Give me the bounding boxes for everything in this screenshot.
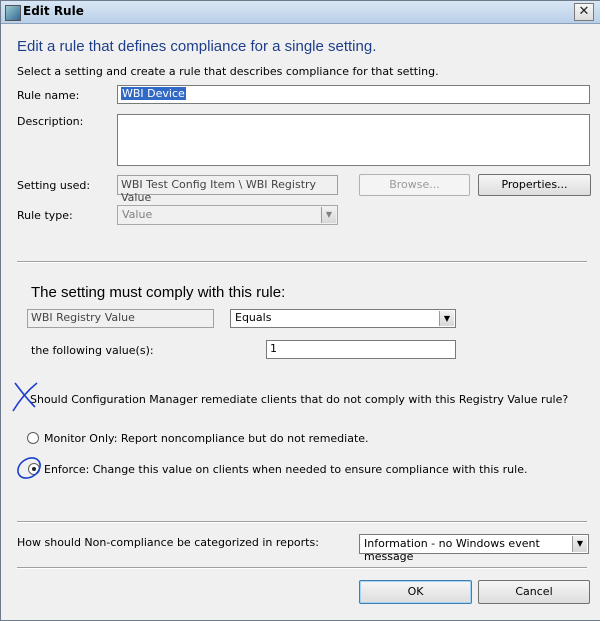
rule-name-label: Rule name: bbox=[17, 89, 80, 102]
description-label: Description: bbox=[17, 115, 84, 128]
divider bbox=[17, 521, 587, 523]
rule-setting-name: WBI Registry Value bbox=[31, 311, 135, 324]
divider bbox=[17, 567, 587, 569]
browse-button[interactable]: Browse... bbox=[359, 174, 470, 196]
description-input[interactable] bbox=[117, 114, 590, 166]
operator-dropdown[interactable]: Equals ▼ bbox=[230, 309, 456, 328]
annotation-circle-mark bbox=[17, 457, 41, 479]
rule-type-label: Rule type: bbox=[17, 209, 73, 222]
operator-value: Equals bbox=[235, 311, 272, 324]
divider bbox=[17, 261, 587, 263]
severity-value: Information - no Windows event message bbox=[364, 537, 540, 563]
rule-type-value: Value bbox=[122, 208, 153, 221]
page-heading: Edit a rule that defines compliance for … bbox=[17, 38, 377, 55]
ok-button[interactable]: OK bbox=[359, 580, 472, 604]
rule-type-dropdown[interactable]: Value ▼ bbox=[117, 205, 338, 225]
chevron-down-icon: ▼ bbox=[321, 207, 336, 223]
monitor-only-label[interactable]: Monitor Only: Report noncompliance but d… bbox=[44, 432, 369, 445]
rule-section-title: The setting must comply with this rule: bbox=[31, 284, 286, 301]
rule-value-input[interactable]: 1 bbox=[266, 340, 456, 359]
title-bar[interactable]: Edit Rule ✕ bbox=[1, 1, 600, 24]
remediate-question: Should Configuration Manager remediate c… bbox=[30, 393, 569, 406]
window-title: Edit Rule bbox=[23, 4, 84, 18]
edit-rule-dialog: Edit Rule ✕ Edit a rule that defines com… bbox=[0, 0, 601, 621]
rule-value: 1 bbox=[270, 342, 277, 355]
cancel-button[interactable]: Cancel bbox=[478, 580, 590, 604]
setting-used-field: WBI Test Config Item \ WBI Registry Valu… bbox=[117, 175, 338, 204]
close-icon: ✕ bbox=[578, 4, 590, 19]
rule-name-input[interactable]: WBI Device bbox=[117, 85, 590, 104]
monitor-only-radio[interactable] bbox=[27, 432, 39, 444]
chevron-down-icon: ▼ bbox=[439, 311, 454, 326]
properties-button[interactable]: Properties... bbox=[478, 174, 591, 196]
annotation-x-mark bbox=[12, 382, 38, 412]
chevron-down-icon: ▼ bbox=[572, 536, 587, 552]
enforce-label[interactable]: Enforce: Change this value on clients wh… bbox=[44, 463, 527, 476]
background-strip bbox=[600, 0, 605, 621]
app-icon bbox=[5, 5, 21, 21]
setting-used-value: WBI Test Config Item \ WBI Registry Valu… bbox=[121, 178, 317, 204]
page-subheading: Select a setting and create a rule that … bbox=[17, 65, 439, 78]
reports-label: How should Non-compliance be categorized… bbox=[17, 536, 319, 549]
close-button[interactable]: ✕ bbox=[574, 3, 594, 21]
rule-name-value: WBI Device bbox=[121, 87, 186, 100]
severity-dropdown[interactable]: Information - no Windows event message ▼ bbox=[359, 534, 589, 563]
values-label: the following value(s): bbox=[31, 344, 154, 357]
rule-setting-field: WBI Registry Value bbox=[27, 309, 214, 328]
setting-used-label: Setting used: bbox=[17, 179, 91, 192]
